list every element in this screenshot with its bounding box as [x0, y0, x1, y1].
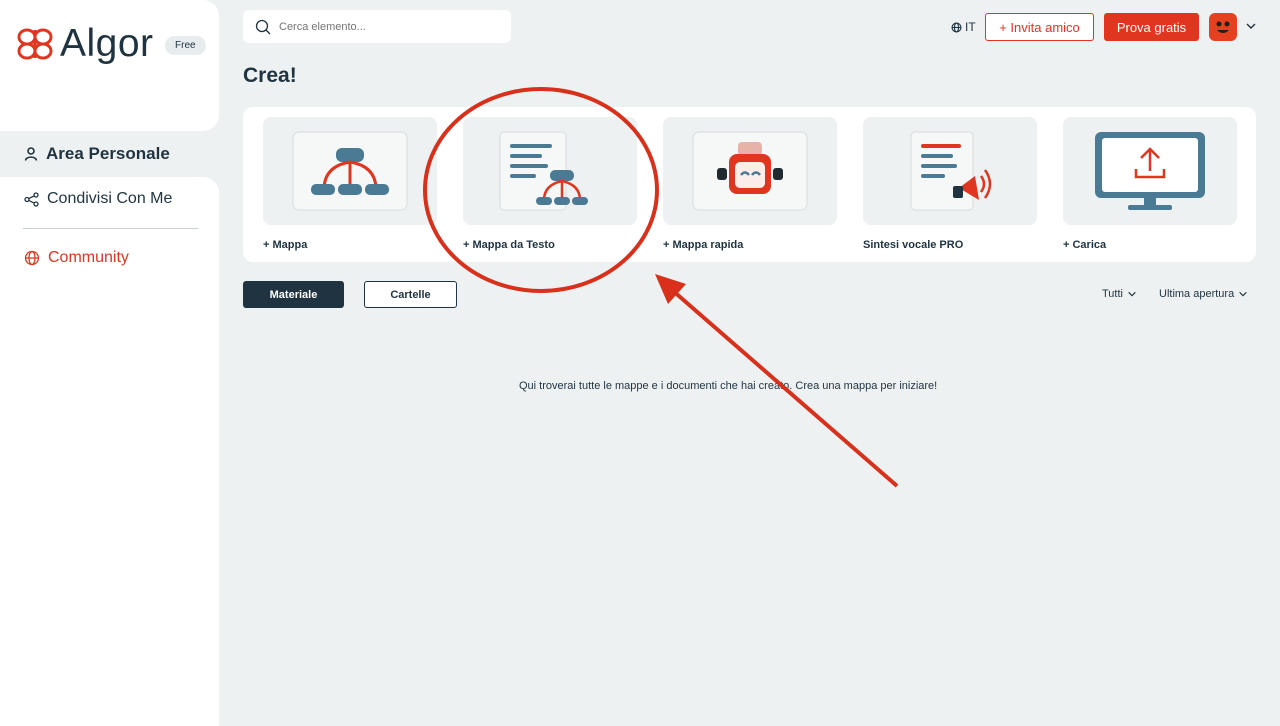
- sidebar-item-condivisi[interactable]: Condivisi Con Me: [10, 177, 219, 221]
- language-selector[interactable]: IT: [951, 20, 976, 34]
- chevron-down-icon: [1239, 291, 1247, 297]
- sidebar-item-area-personale[interactable]: Area Personale: [10, 132, 219, 176]
- tab-cartelle[interactable]: Cartelle: [364, 281, 457, 308]
- brain-logo-icon: [17, 28, 53, 60]
- create-card-upload[interactable]: + Carica: [1063, 117, 1237, 251]
- app-logo[interactable]: Algor: [16, 22, 154, 66]
- card-image: [1063, 117, 1237, 225]
- sort-label: Ultima apertura: [1159, 288, 1235, 300]
- logo-text: Algor: [60, 22, 154, 65]
- page-title: Crea!: [243, 64, 297, 87]
- empty-state-message: Qui troverai tutte le mappe e i document…: [519, 380, 938, 392]
- sidebar-item-label: Condivisi Con Me: [47, 190, 173, 207]
- sidebar-divider: [23, 228, 198, 229]
- card-label: + Mappa rapida: [663, 239, 744, 251]
- robot-icon: [692, 131, 808, 211]
- language-label: IT: [965, 20, 976, 34]
- create-card-map-from-text[interactable]: + Mappa da Testo: [463, 117, 637, 251]
- share-icon: [24, 191, 39, 207]
- free-trial-button[interactable]: Prova gratis: [1104, 13, 1199, 41]
- card-image: [663, 117, 837, 225]
- user-icon: [24, 147, 38, 161]
- globe-icon: [951, 21, 962, 33]
- annotation-arrow-head: [655, 274, 686, 304]
- sidebar-item-community[interactable]: Community: [10, 236, 219, 280]
- globe-icon: [24, 250, 40, 266]
- card-label: + Mappa: [263, 239, 308, 251]
- search-input[interactable]: [279, 20, 479, 33]
- upload-icon: [1095, 132, 1205, 210]
- create-card-map[interactable]: + Mappa: [263, 117, 437, 251]
- sidebar-item-label: Area Personale: [46, 144, 170, 163]
- card-image: [263, 117, 437, 225]
- map-icon: [292, 131, 408, 211]
- avatar[interactable]: [1209, 13, 1237, 41]
- card-image: [863, 117, 1037, 225]
- card-label: + Mappa da Testo: [463, 239, 555, 251]
- create-card-voice-synthesis[interactable]: Sintesi vocale PRO: [863, 117, 1037, 251]
- plan-badge: Free: [165, 36, 206, 55]
- filter-type-dropdown[interactable]: Tutti: [1102, 288, 1137, 300]
- sidebar-item-label: Community: [48, 249, 129, 266]
- card-label: Sintesi vocale PRO: [863, 239, 964, 251]
- mascot-face-icon: [1216, 21, 1230, 33]
- speech-icon: [910, 131, 992, 211]
- filter-type-label: Tutti: [1102, 288, 1123, 300]
- card-image: [463, 117, 637, 225]
- chevron-down-icon: [1128, 291, 1136, 297]
- text-map-icon: [499, 131, 588, 211]
- chevron-down-icon[interactable]: [1245, 20, 1257, 32]
- search-bar[interactable]: [243, 10, 511, 43]
- invite-friend-button[interactable]: + Invita amico: [985, 13, 1094, 41]
- tab-materiale[interactable]: Materiale: [243, 281, 344, 308]
- sort-dropdown[interactable]: Ultima apertura: [1159, 288, 1248, 300]
- card-label: + Carica: [1063, 239, 1107, 251]
- create-card-quick-map[interactable]: + Mappa rapida: [663, 117, 837, 251]
- search-icon: [255, 19, 271, 34]
